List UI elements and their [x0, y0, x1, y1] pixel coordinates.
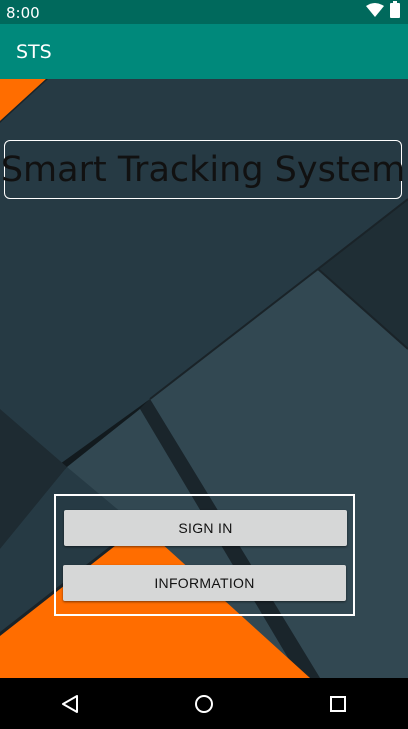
- app-bar: STS: [0, 24, 408, 79]
- back-icon: [62, 694, 78, 713]
- wifi-icon: [366, 2, 384, 22]
- battery-icon: [390, 1, 400, 23]
- status-bar: 8:00: [0, 0, 408, 24]
- main-content: Smart Tracking System SIGN IN INFORMATIO…: [0, 79, 408, 678]
- page-title: Smart Tracking System: [0, 149, 406, 190]
- buttons-container: SIGN IN INFORMATION: [54, 494, 355, 616]
- status-icons: [366, 1, 400, 23]
- title-box: Smart Tracking System: [0, 140, 406, 199]
- home-button[interactable]: [174, 678, 234, 729]
- recents-icon: [330, 695, 346, 712]
- status-time: 8:00: [6, 4, 40, 22]
- navigation-bar: [0, 678, 408, 729]
- home-icon: [195, 694, 213, 713]
- sign-in-button[interactable]: SIGN IN: [64, 510, 347, 546]
- recents-button[interactable]: [308, 678, 368, 729]
- information-button[interactable]: INFORMATION: [63, 565, 346, 601]
- app-title: STS: [16, 41, 52, 63]
- back-button[interactable]: [40, 678, 100, 729]
